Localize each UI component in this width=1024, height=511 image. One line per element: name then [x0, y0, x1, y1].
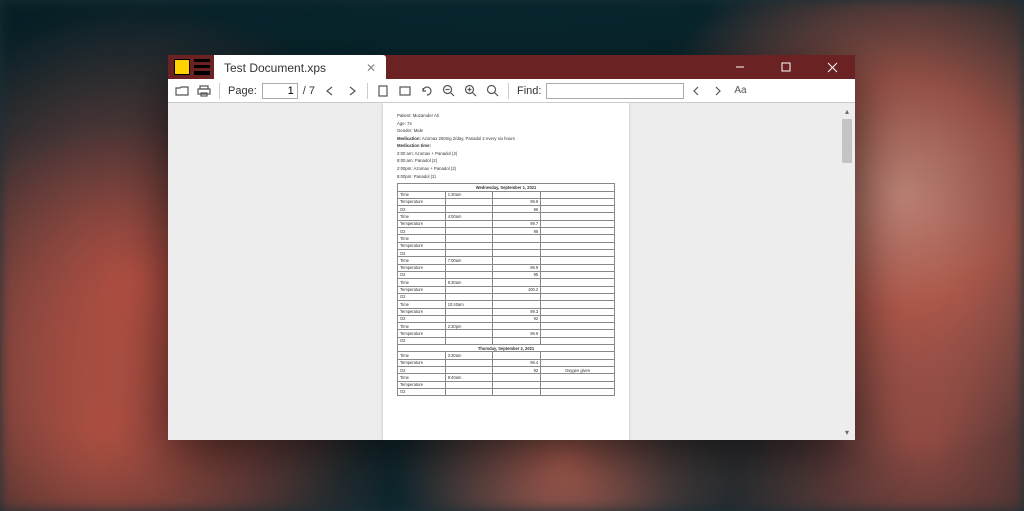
match-case-button[interactable]: Aa	[730, 81, 750, 101]
find-next-button[interactable]	[708, 81, 728, 101]
doc-medtime-label: Medication time:	[397, 143, 615, 149]
find-label: Find:	[514, 85, 544, 97]
print-button[interactable]	[194, 81, 214, 101]
doc-gender: Gender: Male	[397, 128, 615, 134]
find-prev-button[interactable]	[686, 81, 706, 101]
doc-medication: Medication: Azomax 250mg 2/day, Panadol …	[397, 136, 615, 142]
open-file-button[interactable]	[172, 81, 192, 101]
doc-medtime: 2:00pm: Azomax + Panadol (2)	[397, 166, 615, 172]
minimize-button[interactable]	[717, 55, 763, 79]
tab-close-icon[interactable]: ✕	[366, 61, 376, 75]
document-tab[interactable]: Test Document.xps ✕	[214, 55, 386, 79]
fit-page-button[interactable]	[373, 81, 393, 101]
next-page-button[interactable]	[342, 81, 362, 101]
scrollbar-thumb[interactable]	[842, 119, 852, 163]
app-icon[interactable]	[174, 59, 190, 75]
document-viewport[interactable]: Patient: Muzamder Ali Age: 74 Gender: Ma…	[168, 103, 855, 440]
page-total: / 7	[300, 85, 318, 97]
doc-medtime: 2:00 am: Azomax + Panadol (2)	[397, 151, 615, 157]
close-button[interactable]	[809, 55, 855, 79]
page-label: Page:	[225, 85, 260, 97]
tab-title: Test Document.xps	[224, 61, 326, 75]
toolbar: Page: / 7 Find:	[168, 79, 855, 103]
hamburger-menu-icon[interactable]	[194, 59, 210, 75]
zoom-reset-button[interactable]	[483, 81, 503, 101]
titlebar: Test Document.xps ✕	[168, 55, 855, 79]
maximize-button[interactable]	[763, 55, 809, 79]
rotate-button[interactable]	[417, 81, 437, 101]
doc-medtime: 8:00 am: Panadol (2)	[397, 158, 615, 164]
zoom-out-button[interactable]	[439, 81, 459, 101]
zoom-in-button[interactable]	[461, 81, 481, 101]
find-input[interactable]	[546, 83, 684, 99]
document-page: Patient: Muzamder Ali Age: 74 Gender: Ma…	[383, 103, 629, 440]
doc-medtime: 8:00pm: Panadol (2)	[397, 174, 615, 180]
app-window: Test Document.xps ✕ Page: / 7	[168, 55, 855, 440]
scroll-down-button[interactable]: ▾	[839, 424, 855, 440]
doc-age: Age: 74	[397, 121, 615, 127]
scroll-up-button[interactable]: ▴	[839, 103, 855, 119]
page-number-input[interactable]	[262, 83, 298, 99]
vitals-table: Wednesday, September 1, 2021Time1:30amTe…	[397, 183, 615, 396]
fit-width-button[interactable]	[395, 81, 415, 101]
doc-patient: Patient: Muzamder Ali	[397, 113, 615, 119]
prev-page-button[interactable]	[320, 81, 340, 101]
